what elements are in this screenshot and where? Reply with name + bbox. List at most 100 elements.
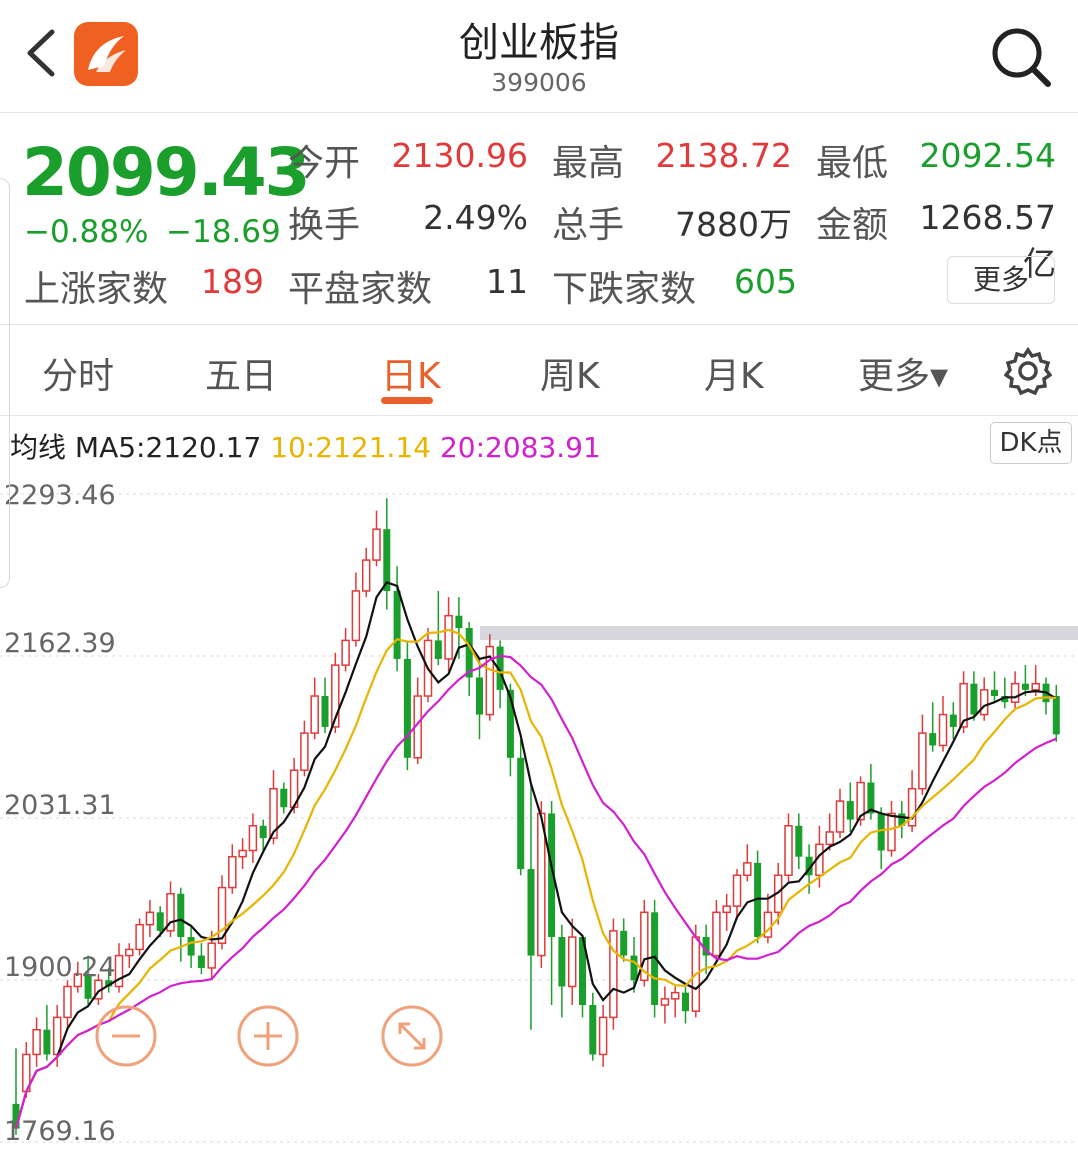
candle bbox=[197, 943, 205, 975]
zoom-out-icon[interactable] bbox=[95, 1005, 157, 1067]
y-tick-label: 1900.24 bbox=[4, 952, 116, 983]
candle bbox=[907, 770, 917, 832]
candle bbox=[517, 739, 525, 876]
candle bbox=[722, 893, 731, 931]
candle bbox=[43, 1005, 51, 1061]
candle bbox=[589, 992, 597, 1061]
candle bbox=[609, 918, 618, 1030]
candle bbox=[63, 980, 72, 1030]
candle bbox=[238, 838, 247, 870]
ma10-line bbox=[14, 628, 1057, 1129]
more-button[interactable]: 更多 bbox=[947, 256, 1055, 304]
candle bbox=[682, 986, 689, 1024]
field-label-open: 今开 bbox=[288, 143, 361, 184]
candle bbox=[620, 918, 628, 962]
candle bbox=[321, 677, 329, 734]
ma5-value: MA5:2120.17 bbox=[74, 431, 262, 464]
ma-legend: 均线 MA5:2120.17 10:2121.14 20:2083.91 bbox=[10, 426, 601, 466]
candle bbox=[527, 782, 535, 1030]
ma20-value: 20:2083.91 bbox=[439, 431, 601, 464]
candle bbox=[485, 634, 495, 721]
candle bbox=[403, 640, 411, 771]
fullscreen-icon[interactable] bbox=[381, 1005, 443, 1067]
breadth-value-down: 605 bbox=[734, 262, 797, 301]
candle bbox=[567, 918, 577, 1006]
active-tab-indicator bbox=[381, 397, 433, 404]
candle bbox=[743, 844, 752, 882]
field-label-amount: 金额 bbox=[816, 205, 889, 246]
breadth-value-flat: 11 bbox=[486, 262, 528, 301]
candle bbox=[918, 714, 927, 795]
period-tabs: 分时 五日 日K 周K 月K 更多▾ bbox=[0, 324, 1078, 416]
candle bbox=[177, 887, 185, 962]
tab-more[interactable]: 更多▾ bbox=[858, 347, 948, 399]
field-value-open: 2130.96 bbox=[391, 136, 528, 175]
edge-handle bbox=[0, 178, 10, 588]
field-label-turnover: 换手 bbox=[288, 205, 361, 246]
candle bbox=[166, 881, 175, 938]
candle bbox=[393, 566, 401, 672]
candle bbox=[938, 696, 948, 752]
tab-monthly-k[interactable]: 月K bbox=[704, 347, 764, 399]
candle bbox=[476, 658, 483, 740]
breadth-value-up: 189 bbox=[201, 262, 264, 301]
tab-intraday[interactable]: 分时 bbox=[42, 347, 114, 399]
field-value-low: 2092.54 bbox=[919, 136, 1056, 175]
candle bbox=[125, 943, 134, 968]
zoom-in-icon[interactable] bbox=[237, 1005, 299, 1067]
candle bbox=[991, 671, 998, 703]
tab-daily-k[interactable]: 日K bbox=[381, 347, 441, 399]
candle bbox=[835, 788, 845, 839]
kline-chart[interactable]: 2293.46 2162.39 2031.31 1900.24 1769.16 bbox=[0, 470, 1078, 1162]
current-price: 2099.43 bbox=[22, 134, 311, 211]
y-tick-label: 2162.39 bbox=[4, 628, 116, 659]
candle bbox=[444, 597, 453, 672]
candle bbox=[248, 813, 258, 863]
candle bbox=[135, 918, 144, 956]
candle bbox=[228, 844, 237, 894]
candle bbox=[558, 924, 566, 1018]
ma-label: 均线 bbox=[10, 431, 67, 464]
field-value-volume: 7880万 bbox=[675, 205, 792, 244]
ma20-line bbox=[14, 654, 1057, 1129]
candle bbox=[877, 807, 885, 870]
candle bbox=[145, 899, 155, 938]
y-tick-label: 2293.46 bbox=[4, 480, 116, 511]
candle bbox=[496, 640, 504, 709]
candle bbox=[763, 893, 773, 944]
candle bbox=[383, 498, 391, 610]
breadth-label-flat: 平盘家数 bbox=[288, 269, 433, 310]
change-amount: −18.69 bbox=[166, 214, 281, 250]
tab-five-day[interactable]: 五日 bbox=[205, 347, 277, 399]
top-bar: 创业板指 399006 bbox=[0, 0, 1078, 113]
candle bbox=[712, 899, 721, 962]
candle bbox=[1001, 677, 1009, 709]
candle bbox=[310, 677, 319, 740]
settings-gear-icon[interactable] bbox=[1004, 347, 1052, 395]
candle bbox=[795, 813, 803, 870]
field-value-turnover: 2.49% bbox=[423, 198, 528, 237]
ma10-value: 10:2121.14 bbox=[270, 431, 432, 464]
candle bbox=[598, 1005, 608, 1067]
search-icon[interactable] bbox=[988, 24, 1054, 90]
candle bbox=[949, 702, 957, 740]
candle bbox=[465, 621, 473, 697]
candle bbox=[929, 702, 937, 752]
dk-point-button[interactable]: DK点 bbox=[990, 422, 1072, 464]
candle bbox=[1042, 677, 1050, 715]
ma-lines bbox=[14, 580, 1057, 1129]
field-value-high: 2138.72 bbox=[655, 136, 792, 175]
tab-weekly-k[interactable]: 周K bbox=[540, 347, 600, 399]
candle bbox=[979, 677, 989, 721]
candle bbox=[754, 850, 762, 944]
candle bbox=[114, 943, 124, 993]
candle bbox=[361, 547, 371, 598]
breadth-label-up: 上涨家数 bbox=[24, 269, 169, 310]
candle bbox=[784, 813, 793, 882]
candle bbox=[670, 986, 680, 1018]
candle bbox=[1052, 684, 1060, 742]
candle bbox=[846, 782, 854, 832]
candle bbox=[434, 590, 442, 666]
candle bbox=[1010, 671, 1020, 709]
field-label-volume: 总手 bbox=[552, 205, 625, 246]
